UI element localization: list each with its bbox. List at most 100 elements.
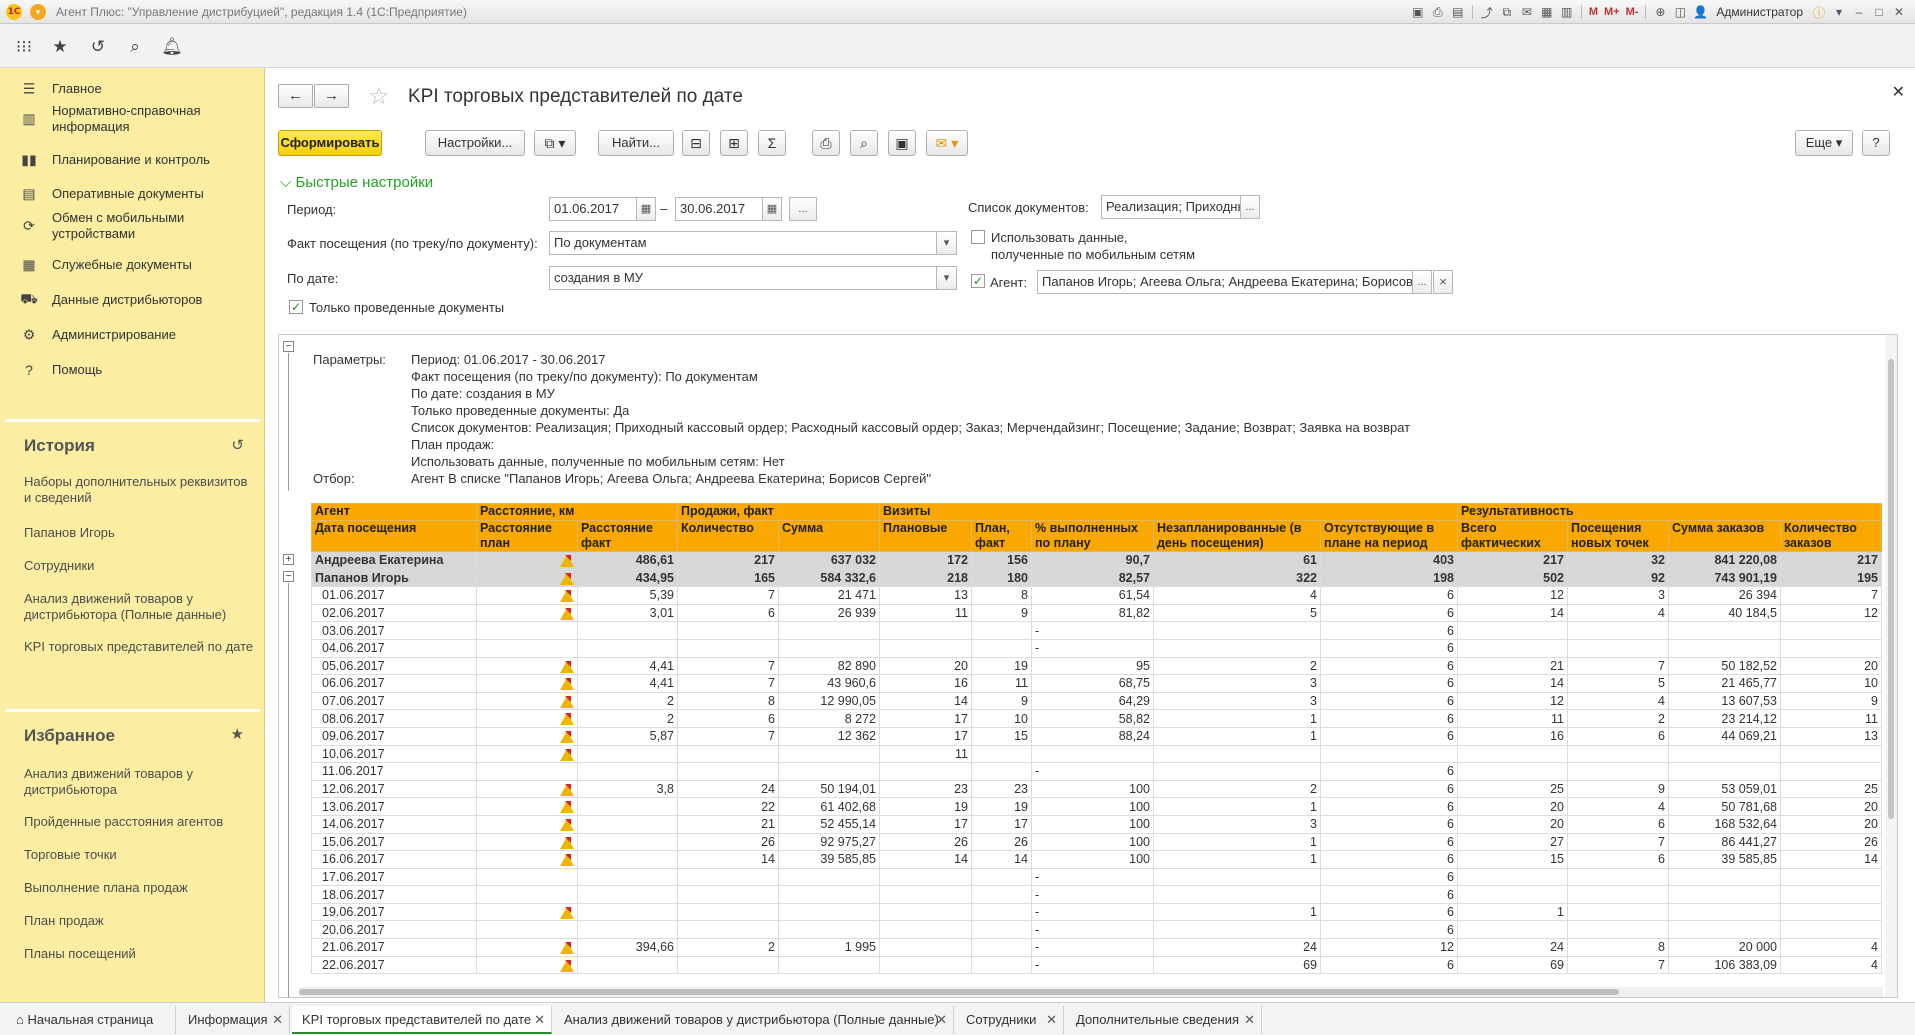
link-icon[interactable]: ⤴ <box>1477 3 1497 21</box>
warning-icon[interactable] <box>560 906 574 919</box>
memory-mplus-button[interactable]: M+ <box>1601 3 1623 21</box>
warning-icon[interactable] <box>560 572 574 585</box>
sidebar-item-service-docs[interactable]: ▦ Служебные документы <box>0 250 265 280</box>
scroll-thumb[interactable] <box>299 989 1619 995</box>
table-row[interactable]: 05.06.2017 4,41 7 82 890 20 19 95 2 6 21 7 50 182,5… <box>311 656 1882 676</box>
table-row[interactable]: 22.06.2017-69 6 69 7 106 383,09 4 <box>311 955 1882 975</box>
warning-icon[interactable] <box>560 854 574 867</box>
close-tab-icon[interactable]: ✕ <box>936 1006 947 1034</box>
sidebar-item-operative-docs[interactable]: ▤ Оперативные документы <box>0 179 265 209</box>
horizontal-scrollbar[interactable] <box>299 987 1883 997</box>
calendar-icon[interactable]: ▦ <box>1537 3 1557 21</box>
variant-dropdown-button[interactable]: ⧉ ▾ <box>534 130 576 156</box>
sidebar-item-administration[interactable]: ⚙ Администрирование <box>0 320 265 350</box>
fact-select[interactable]: По документам <box>549 231 937 255</box>
send-email-button[interactable]: ✉ ▾ <box>926 130 968 156</box>
zoom-icon[interactable]: ⊕ <box>1650 3 1670 21</box>
print-preview-button[interactable]: ⌕ <box>850 130 878 156</box>
table-row[interactable]: 20.06.2017 - 6 <box>311 920 1882 940</box>
forward-button[interactable]: → <box>314 84 349 108</box>
user-name[interactable]: Администратор <box>1716 5 1803 19</box>
history-icon[interactable]: ↺ <box>231 436 244 454</box>
maximize-icon[interactable]: □ <box>1869 3 1889 21</box>
warning-icon[interactable] <box>560 942 574 955</box>
table-row[interactable]: 15.06.2017 26 92 975,27 26 26 100 1 6 27 7 86 441,… <box>311 832 1882 852</box>
table-row[interactable]: 01.06.2017 5,39 7 21 471 13 8 61,54 4 6 12 3 26 394… <box>311 586 1882 605</box>
help-button[interactable]: ? <box>1862 130 1890 156</box>
tab-employees[interactable]: Сотрудники ✕ <box>956 1006 1064 1034</box>
report-spreadsheet[interactable]: − + − Параметры: Период: 01.06.2017 - 30… <box>278 334 1898 998</box>
close-icon[interactable]: ✕ <box>1889 3 1909 21</box>
favorites-link[interactable]: Анализ движений товаров у дистрибьютора <box>24 766 254 798</box>
agent-clear-button[interactable]: × <box>1433 270 1453 294</box>
memory-mminus-button[interactable]: M- <box>1623 3 1642 21</box>
tab-info[interactable]: Информация ✕ <box>178 1006 290 1034</box>
favorites-link[interactable]: Выполнение плана продаж <box>24 880 254 896</box>
table-row[interactable]: 14.06.2017 21 52 455,14 17 17 100 3 6 20 6 168 532… <box>311 814 1882 834</box>
table-row[interactable]: 17.06.2017 - 6 <box>311 867 1882 887</box>
print-icon[interactable]: ⎙ <box>1428 3 1448 21</box>
warning-icon[interactable] <box>560 836 574 849</box>
table-row[interactable]: 18.06.2017 - 6 <box>311 885 1882 904</box>
warning-icon[interactable] <box>560 730 574 743</box>
fact-dropdown-button[interactable]: ▾ <box>936 231 957 255</box>
period-choose-button[interactable]: ... <box>789 197 817 221</box>
save-button[interactable]: ▣ <box>888 130 916 156</box>
search-icon[interactable]: ⌕ <box>125 37 145 57</box>
period-to-calendar-button[interactable]: ▦ <box>762 197 782 221</box>
table-row[interactable]: 16.06.2017 14 39 585,85 14 14 100 1 6 15 6 39 585,… <box>311 850 1882 869</box>
preview-icon[interactable]: ▤ <box>1448 3 1468 21</box>
period-to-input[interactable]: 30.06.2017 <box>675 197 763 221</box>
collapse-params-icon[interactable]: − <box>283 341 294 352</box>
history-link[interactable]: Папанов Игорь <box>24 525 254 541</box>
mail-icon[interactable]: ✉ <box>1517 3 1537 21</box>
copy-link-icon[interactable]: ⧉ <box>1497 3 1517 21</box>
close-tab-icon[interactable]: ✕ <box>272 1006 283 1034</box>
sidebar-item-reference[interactable]: ▥ Нормативно-справочная информация <box>0 99 265 139</box>
agent-checkbox[interactable]: ✓ <box>971 274 985 288</box>
menu-dropdown-icon[interactable]: ▾ <box>1829 3 1849 21</box>
history-link[interactable]: Сотрудники <box>24 558 254 574</box>
settings-button[interactable]: Настройки... <box>425 130 525 156</box>
warning-icon[interactable] <box>560 660 574 673</box>
table-row[interactable]: 19.06.2017-1 6 1 <box>311 902 1882 922</box>
sidebar-item-mobile-exchange[interactable]: ⟳ Обмен с мобильными устройствами <box>0 206 265 246</box>
favorite-star-icon[interactable]: ☆ <box>368 82 390 111</box>
table-row[interactable]: 09.06.2017 5,87 7 12 362 17 15 88,24 1 6 16 6 44 06… <box>311 726 1882 746</box>
all-functions-icon[interactable]: ⁝⁝⁝ <box>14 37 34 57</box>
history-link[interactable]: Анализ движений товаров у дистрибьютора … <box>24 591 254 623</box>
close-tab-icon[interactable]: ✕ <box>1046 1006 1057 1034</box>
collapse-groups-button[interactable]: ⊟ <box>682 130 710 156</box>
warning-icon[interactable] <box>560 783 574 796</box>
tab-home[interactable]: ⌂ Начальная страница <box>6 1006 176 1034</box>
only-posted-checkbox[interactable]: ✓ <box>289 300 303 314</box>
table-row[interactable]: 10.06.2017 11 <box>311 744 1882 764</box>
main-menu-icon[interactable]: ▾ <box>30 4 46 20</box>
warning-icon[interactable] <box>560 713 574 726</box>
favorites-star-icon[interactable]: ★ <box>50 37 70 57</box>
warning-icon[interactable] <box>560 748 574 761</box>
tab-kpi[interactable]: KPI торговых представителей по дате ✕ <box>292 1006 552 1034</box>
expand-group-icon[interactable]: + <box>283 554 294 565</box>
panel-icon[interactable]: ◫ <box>1670 3 1690 21</box>
collapse-group-icon[interactable]: − <box>283 571 294 582</box>
tab-additional-info[interactable]: Дополнительные сведения ✕ <box>1066 1006 1262 1034</box>
agent-group-row[interactable]: Андреева Екатерина 486,61 217 637 032 172 156… <box>311 551 1882 570</box>
table-row[interactable]: 07.06.2017 2 8 12 990,05 14 9 64,29 3 6 12 4 13 607… <box>311 691 1882 711</box>
sidebar-item-distributor-data[interactable]: ⛟ Данные дистрибьюторов <box>0 285 265 315</box>
quick-settings-toggle[interactable]: ⌵ Быстрые настройки <box>280 174 433 191</box>
table-row[interactable]: 13.06.2017 22 61 402,68 19 19 100 1 6 20 4 50 781,… <box>311 797 1882 816</box>
generate-button[interactable]: Сформировать <box>278 130 382 156</box>
calculator-icon[interactable]: ▥ <box>1557 3 1577 21</box>
sum-button[interactable]: Σ <box>758 130 786 156</box>
more-button[interactable]: Еще ▾ <box>1795 130 1853 156</box>
history-link[interactable]: Наборы дополнительных реквизитов и сведе… <box>24 474 254 506</box>
find-button[interactable]: Найти... <box>598 130 674 156</box>
memory-m-button[interactable]: M <box>1586 3 1601 21</box>
print-button[interactable]: ⎙ <box>812 130 840 156</box>
table-row[interactable]: 06.06.2017 4,41 7 43 960,6 16 11 68,75 3 6 14 5 21 … <box>311 674 1882 693</box>
back-button[interactable]: ← <box>278 84 313 108</box>
table-row[interactable]: 04.06.2017 - 6 <box>311 638 1882 658</box>
table-row[interactable]: 08.06.2017 2 6 8 272 17 10 58,82 1 6 11 2 23 214,12… <box>311 709 1882 728</box>
history-link[interactable]: KPI торговых представителей по дате <box>24 639 254 655</box>
